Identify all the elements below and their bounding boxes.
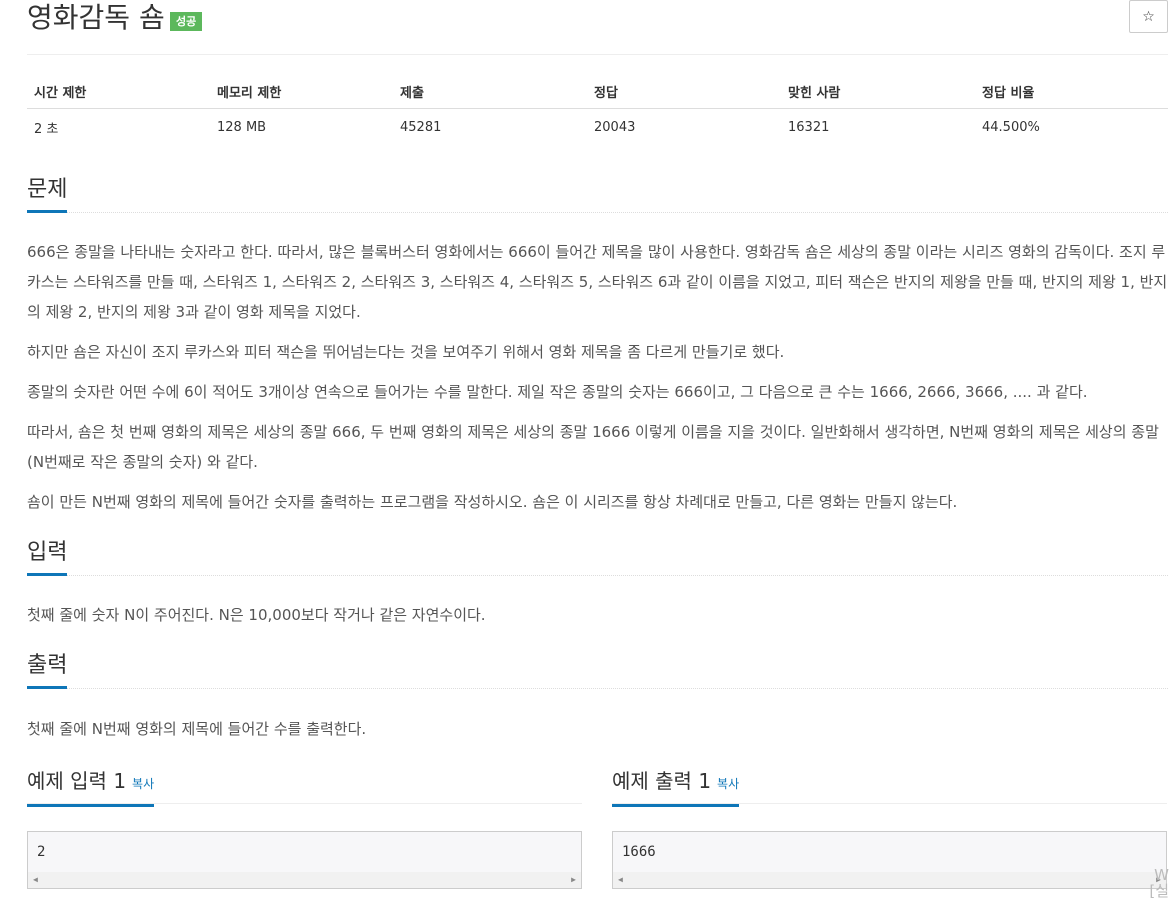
sample-input-heading: 예제 입력 1 복사 (27, 767, 155, 807)
input-paragraph: 첫째 줄에 숫자 N이 주어진다. N은 10,000보다 작거나 같은 자연수… (27, 606, 486, 624)
sample-output-panel: 예제 출력 1 복사 1666 ◀ ▶ (612, 767, 1167, 889)
sample-output-title: 예제 출력 1 (612, 769, 712, 793)
horizontal-scrollbar[interactable]: ◀ ▶ (613, 872, 1166, 888)
sample-output-box[interactable]: 1666 ◀ ▶ (612, 831, 1167, 889)
info-value-solvers: 16321 (788, 119, 830, 135)
description-paragraph: 따라서, 숌은 첫 번째 영화의 제목은 세상의 종말 666, 두 번째 영화… (27, 423, 1159, 471)
info-header-memory-limit: 메모리 제한 (210, 74, 393, 109)
info-header-ratio: 정답 비율 (975, 74, 1168, 109)
description-paragraph: 하지만 숌은 자신이 조지 루카스와 피터 잭슨을 뛰어넘는다는 것을 보여주기… (27, 343, 785, 361)
description-paragraph: 666은 종말을 나타내는 숫자라고 한다. 따라서, 많은 블록버스터 영화에… (27, 243, 1168, 321)
favorite-star-button[interactable]: ☆ (1129, 0, 1168, 33)
output-paragraph: 첫째 줄에 N번째 영화의 제목에 들어간 수를 출력한다. (27, 720, 367, 738)
status-badge: 성공 (170, 12, 203, 31)
sample-input-value: 2 (37, 844, 46, 860)
info-header-accepted: 정답 (587, 74, 781, 109)
info-value-accepted: 20043 (594, 119, 636, 135)
info-header-time-limit: 시간 제한 (27, 74, 210, 109)
info-value-submissions: 45281 (400, 119, 442, 135)
description-paragraph: 숌이 만든 N번째 영화의 제목에 들어간 숫자를 출력하는 프로그램을 작성하… (27, 493, 958, 511)
output-section-header: 출력 (27, 652, 1168, 689)
copy-input-button[interactable]: 복사 (132, 777, 154, 791)
page-title: 영화감독 숌 (27, 1, 165, 34)
sample-output-heading: 예제 출력 1 복사 (612, 767, 740, 807)
sample-input-panel: 예제 입력 1 복사 2 ◀ ▶ (27, 767, 582, 889)
sample-input-title: 예제 입력 1 (27, 769, 127, 793)
sample-input-box[interactable]: 2 ◀ ▶ (27, 831, 582, 889)
horizontal-scrollbar[interactable]: ◀ ▶ (28, 872, 581, 888)
info-value-memory-limit: 128 MB (217, 119, 267, 135)
info-header-solvers: 맞힌 사람 (781, 74, 975, 109)
sample-input-header: 예제 입력 1 복사 (27, 767, 582, 807)
sample-output-value: 1666 (622, 844, 656, 860)
sample-output-header: 예제 출력 1 복사 (612, 767, 1167, 807)
info-header-row: 시간 제한 메모리 제한 제출 정답 맞힌 사람 정답 비율 (27, 74, 1168, 109)
description-heading: 문제 (27, 176, 68, 213)
input-heading: 입력 (27, 539, 68, 576)
star-icon: ☆ (1142, 9, 1155, 25)
problem-info-table: 시간 제한 메모리 제한 제출 정답 맞힌 사람 정답 비율 2 초 128 M… (27, 74, 1168, 145)
input-description: 첫째 줄에 숫자 N이 주어진다. N은 10,000보다 작거나 같은 자연수… (27, 600, 1168, 640)
title-row: 영화감독 숌 성공 ☆ (27, 0, 1168, 55)
scroll-left-icon[interactable]: ◀ (618, 875, 623, 884)
output-heading: 출력 (27, 652, 68, 689)
description-paragraph: 종말의 숫자란 어떤 수에 6이 적어도 3개이상 연속으로 들어가는 수를 말… (27, 383, 1088, 401)
scroll-left-icon[interactable]: ◀ (33, 875, 38, 884)
copy-output-button[interactable]: 복사 (717, 777, 739, 791)
corner-watermark: W [실 (1149, 866, 1169, 900)
input-section-header: 입력 (27, 539, 1168, 576)
output-description: 첫째 줄에 N번째 영화의 제목에 들어간 수를 출력한다. (27, 714, 1168, 754)
info-value-row: 2 초 128 MB 45281 20043 16321 44.500% (27, 109, 1168, 146)
info-value-time-limit: 2 초 (34, 121, 59, 137)
problem-description: 666은 종말을 나타내는 숫자라고 한다. 따라서, 많은 블록버스터 영화에… (27, 237, 1168, 527)
info-value-ratio: 44.500% (982, 119, 1040, 135)
info-header-submissions: 제출 (393, 74, 587, 109)
description-section-header: 문제 (27, 176, 1168, 213)
scroll-right-icon[interactable]: ▶ (571, 875, 576, 884)
